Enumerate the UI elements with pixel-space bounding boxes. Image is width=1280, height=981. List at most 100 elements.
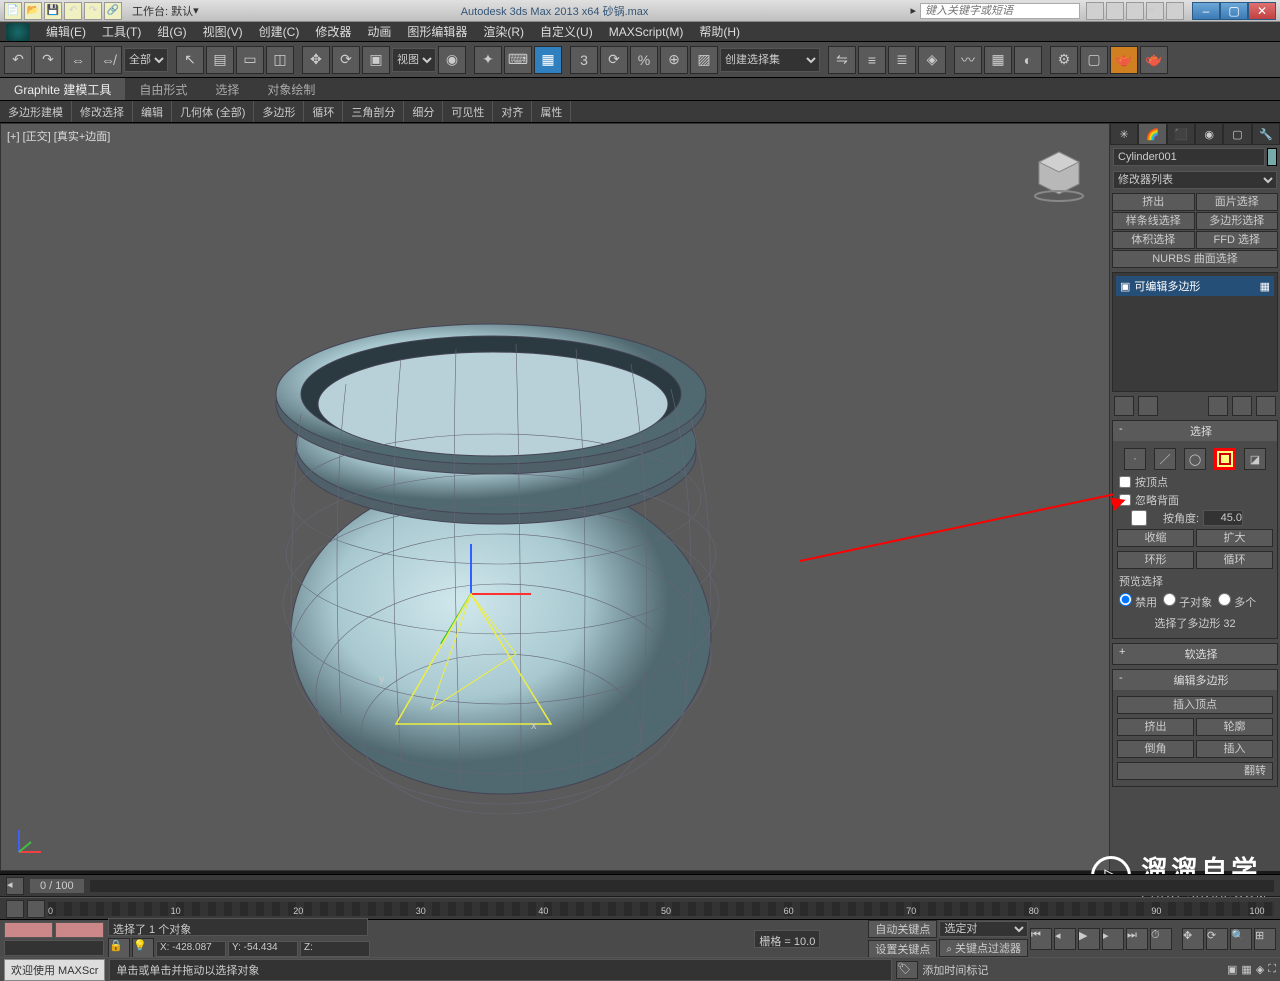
menu-tools[interactable]: 工具(T) [94,23,149,40]
ribbon-panel-loops[interactable]: 循环 [304,101,343,122]
menu-help[interactable]: 帮助(H) [691,23,748,40]
mod-patchsel-button[interactable]: 面片选择 [1196,193,1279,211]
ribbon-panel-align[interactable]: 对齐 [493,101,532,122]
mod-volsel-button[interactable]: 体积选择 [1112,231,1195,249]
ribbon-panel-visibility[interactable]: 可见性 [443,101,493,122]
menu-group[interactable]: 组(G) [149,23,194,40]
redo-button[interactable]: ↷ [34,46,62,74]
extrude-button[interactable]: 挤出 [1117,718,1194,736]
goto-start-icon[interactable]: ⏮ [1030,928,1052,950]
selection-filter-dropdown[interactable]: 全部 [124,48,168,72]
menu-render[interactable]: 渲染(R) [475,23,532,40]
app-menu-icon[interactable] [6,23,30,41]
viewport[interactable]: [+] [正交] [真实+边面] [0,123,1110,871]
ribbon-panel-polymodeling[interactable]: 多边形建模 [0,101,72,122]
align-button[interactable]: ≡ [858,46,886,74]
script-run-box[interactable] [55,922,104,938]
time-tag-icon[interactable]: 🏷 [896,961,918,979]
rotate-button[interactable]: ⟳ [332,46,360,74]
time-prev-icon[interactable]: ◂ [6,877,24,895]
workspace-label[interactable]: 工作台: 默认 [132,3,193,19]
coord-y[interactable]: Y: -54.434 [228,941,298,957]
minimize-button[interactable]: – [1192,2,1220,20]
set-key-button[interactable]: 设置关键点 [868,940,937,958]
flip-button[interactable]: 翻转 [1117,762,1273,780]
move-button[interactable]: ✥ [302,46,330,74]
mod-polysel-button[interactable]: 多边形选择 [1196,212,1279,230]
expand-icon[interactable]: ▣ [1120,280,1130,293]
named-selection-dropdown[interactable]: 创建选择集 [720,48,820,72]
keyboard-shortcut-button[interactable]: ⌨ [504,46,532,74]
hierarchy-tab-icon[interactable]: ⬛ [1167,123,1195,145]
track-bar[interactable]: 0 10 20 30 40 50 60 70 80 90 100 [0,897,1280,919]
pin-stack-icon[interactable] [1114,396,1134,416]
percent-snap-button[interactable]: % [630,46,658,74]
angle-snap-button[interactable]: ⟳ [600,46,628,74]
configure-sets-icon[interactable] [1256,396,1276,416]
stack-editable-poly[interactable]: ▣ 可编辑多边形 ▦ [1116,276,1274,296]
make-unique-icon[interactable] [1208,396,1228,416]
material-editor-button[interactable]: ◐ [1014,46,1042,74]
create-tab-icon[interactable]: ✳ [1110,123,1138,145]
menu-animation[interactable]: 动画 [359,23,399,40]
undo-icon[interactable]: ↶ [64,2,82,20]
viewcube[interactable] [1029,144,1089,204]
coord-z[interactable]: Z: [300,941,370,957]
field-of-view-icon[interactable]: ◈ [1256,963,1264,976]
unlink-button[interactable]: ⇎ [94,46,122,74]
close-button[interactable]: ✕ [1248,2,1276,20]
menu-customize[interactable]: 自定义(U) [532,23,601,40]
inset-button[interactable]: 插入 [1196,740,1273,758]
zoom-icon[interactable]: 🔍 [1230,928,1252,950]
ribbon-tab-paint[interactable]: 对象绘制 [253,78,329,100]
spinner-snap-button[interactable]: ⊕ [660,46,688,74]
menu-maxscript[interactable]: MAXScript(M) [601,25,692,39]
new-file-icon[interactable]: 📄 [4,2,22,20]
zoom-all-icon[interactable]: ⊞ [1254,928,1276,950]
render-button[interactable]: 🫖 [1110,46,1138,74]
ribbon-tab-graphite[interactable]: Graphite 建模工具 [0,78,125,100]
maximize-viewport-icon[interactable]: ⛶ [1268,963,1276,976]
object-name-input[interactable] [1113,148,1265,166]
modifier-list-dropdown[interactable]: 修改器列表 [1113,171,1277,189]
prev-frame-icon[interactable]: ◂ [1054,928,1076,950]
utilities-tab-icon[interactable]: 🔧 [1252,123,1280,145]
comm-icon-1[interactable] [1086,2,1104,20]
open-file-icon[interactable]: 📂 [24,2,42,20]
shrink-button[interactable]: 收缩 [1117,529,1194,547]
auto-key-button[interactable]: 自动关键点 [868,920,937,938]
manipulate-button[interactable]: ✦ [474,46,502,74]
rect-select-button[interactable]: ▭ [236,46,264,74]
zoom-extents-icon[interactable]: ▣ [1227,963,1237,976]
track-ruler[interactable]: 0 10 20 30 40 50 60 70 80 90 100 [48,902,1274,916]
help-icon[interactable]: ? [1166,2,1184,20]
preview-off-radio[interactable] [1119,593,1132,606]
stack-toggle-icon[interactable]: ▦ [1260,280,1270,293]
snap-3-button[interactable]: 3 [570,46,598,74]
play-icon[interactable]: ▶ [1078,928,1100,950]
trackbar-filter-icon[interactable] [27,900,45,918]
edged-faces-button[interactable]: ▨ [690,46,718,74]
model-object[interactable]: y x [241,254,761,814]
next-frame-icon[interactable]: ▸ [1102,928,1124,950]
menu-create[interactable]: 创建(C) [251,23,308,40]
ref-coord-dropdown[interactable]: 视图 [392,48,436,72]
ribbon-panel-modifysel[interactable]: 修改选择 [72,101,133,122]
help-search-input[interactable] [920,3,1080,19]
ribbon-panel-edit[interactable]: 编辑 [133,101,172,122]
modify-tab-icon[interactable]: 🌈 [1138,123,1166,145]
coord-x[interactable]: X: -428.087 [156,941,226,957]
link-icon[interactable]: 🔗 [104,2,122,20]
menu-graph[interactable]: 图形编辑器 [399,23,475,40]
layers-button[interactable]: ≣ [888,46,916,74]
ribbon-panel-geometry[interactable]: 几何体 (全部) [172,101,254,122]
schematic-button[interactable]: ▦ [984,46,1012,74]
maximize-button[interactable]: ▢ [1220,2,1248,20]
time-config-icon[interactable]: ⏱ [1150,928,1172,950]
menu-edit[interactable]: 编辑(E) [38,23,94,40]
ribbon-panel-tri[interactable]: 三角剖分 [343,101,404,122]
edit-polygons-header[interactable]: -编辑多边形 [1113,670,1277,690]
key-mode-dropdown[interactable]: 选定对 [939,921,1028,937]
border-subobj-icon[interactable]: ◯ [1184,448,1206,470]
motion-tab-icon[interactable]: ◉ [1195,123,1223,145]
